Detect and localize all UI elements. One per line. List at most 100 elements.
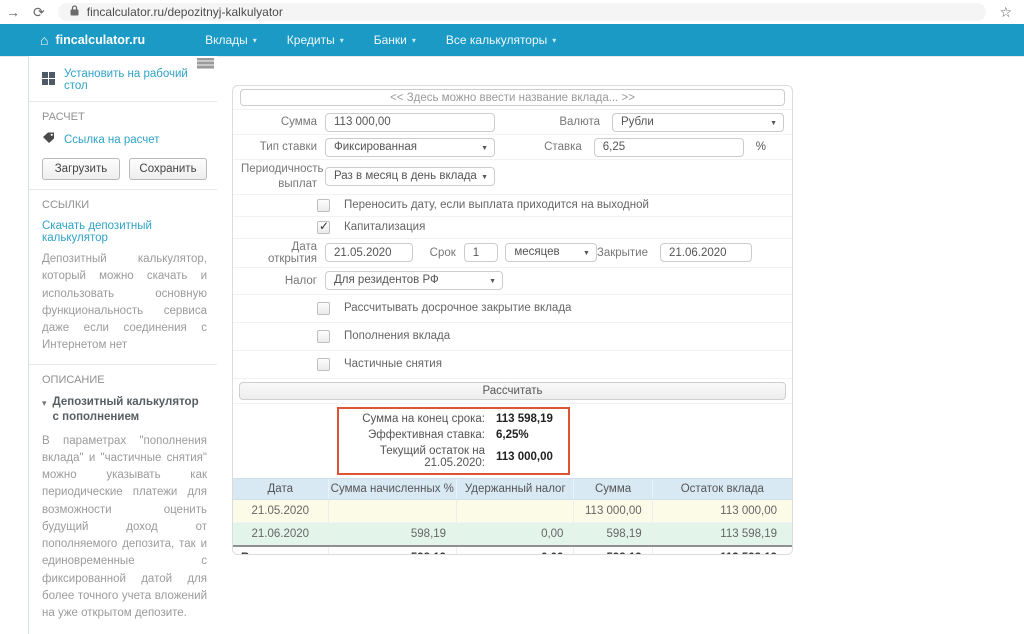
topic-toggle[interactable]: ▾ Депозитный калькулятор с пополнением (42, 395, 207, 426)
cell-sum: 113 000,00 (574, 499, 652, 522)
results-box: Сумма на конец срока: 113 598,19 Эффекти… (337, 407, 570, 475)
withdrawal-checkbox[interactable] (317, 358, 330, 371)
calc-link-row: Ссылка на расчет (42, 132, 207, 147)
col-header-tax: Удержанный налог (457, 478, 574, 499)
cell-date: 21.05.2020 (233, 499, 328, 522)
forward-icon[interactable]: → (6, 5, 20, 19)
capitalization-checkbox[interactable]: ✓ (317, 221, 330, 234)
rate-row: Тип ставки Фиксированная ▼ Ставка % (233, 135, 792, 160)
col-header-balance: Остаток вклада (652, 478, 792, 499)
term-unit-select[interactable]: месяцев ▼ (505, 243, 597, 262)
table-row: 21.05.2020 113 000,00 113 000,00 (233, 499, 792, 522)
check-icon: ✓ (319, 219, 329, 233)
sum-label: Сумма (241, 116, 317, 128)
home-icon: ⌂ (40, 32, 48, 48)
open-date-input[interactable] (325, 243, 413, 262)
install-desktop-link[interactable]: Установить на рабочий стол (64, 68, 207, 92)
menu-item-kredity[interactable]: Кредиты ▾ (287, 33, 344, 47)
description-section-heading: ОПИСАНИЕ (42, 374, 207, 386)
deposit-name-input[interactable] (240, 89, 785, 106)
capitalization-checkbox-row: ✓ Капитализация (233, 217, 792, 239)
table-total-row: Всего выплат: 598,19 0,00 598,19 113 598… (233, 546, 792, 555)
result-label: Сумма на конец срока: (346, 413, 485, 425)
payments-table: Дата Сумма начисленных % Удержанный нало… (233, 478, 792, 555)
menu-label: Банки (374, 33, 407, 47)
brand-label: fincalculator.ru (55, 33, 145, 47)
menu-item-vklady[interactable]: Вклады ▾ (205, 33, 257, 47)
divider (29, 364, 217, 365)
dropdown-arrow-icon: ▼ (489, 273, 496, 290)
site-brand[interactable]: ⌂ fincalculator.ru (40, 32, 145, 48)
chevron-down-icon: ▾ (340, 36, 344, 45)
topic-text: В параметрах "пополнения вклада" и "част… (42, 433, 207, 623)
sidebar-grip-icon[interactable] (197, 58, 214, 69)
sum-input[interactable] (325, 113, 495, 132)
tax-label: Налог (241, 275, 317, 287)
cell-total-balance: 113 598,19 (652, 546, 792, 555)
cell-tax (457, 499, 574, 522)
sum-row: Сумма Валюта Рубли ▼ (233, 110, 792, 135)
result-row-effective-rate: Эффективная ставка: 6,25% (346, 427, 561, 443)
dropdown-arrow-icon: ▼ (770, 115, 777, 132)
periodicity-row: Периодичность выплат Раз в месяц в день … (233, 160, 792, 195)
caret-down-icon: ▾ (42, 397, 47, 426)
periodicity-select[interactable]: Раз в месяц в день вклада ▼ (325, 167, 495, 186)
rate-input[interactable] (594, 138, 744, 157)
reload-icon[interactable]: ⟳ (33, 5, 45, 19)
col-header-date: Дата (233, 478, 328, 499)
calculate-row: Рассчитать (233, 379, 792, 404)
cell-sum: 598,19 (574, 522, 652, 546)
links-section-heading: ССЫЛКИ (42, 199, 207, 211)
dates-row: Дата открытия Срок месяцев ▼ Закрытие (233, 239, 792, 268)
dropdown-arrow-icon: ▼ (481, 169, 488, 186)
rate-type-value: Фиксированная (334, 141, 417, 153)
save-button[interactable]: Сохранить (129, 158, 207, 180)
term-input[interactable] (464, 243, 498, 262)
early-close-checkbox[interactable] (317, 302, 330, 315)
tax-select[interactable]: Для резидентов РФ ▼ (325, 271, 503, 290)
refill-checkbox-row: Пополнения вклада (233, 323, 792, 351)
result-value: 113 598,19 (485, 413, 561, 425)
cell-accrued (328, 499, 457, 522)
menu-item-calculators[interactable]: Все калькуляторы ▾ (446, 33, 556, 47)
result-row-final-sum: Сумма на конец срока: 113 598,19 (346, 411, 561, 427)
result-value: 6,25% (485, 429, 561, 441)
cell-accrued: 598,19 (328, 522, 457, 546)
early-close-checkbox-row: Рассчитывать досрочное закрытие вклада (233, 295, 792, 323)
currency-value: Рубли (621, 116, 654, 128)
download-description: Депозитный калькулятор, который можно ск… (42, 251, 207, 355)
calc-buttons: Загрузить Сохранить (42, 158, 207, 180)
rate-type-select[interactable]: Фиксированная ▼ (325, 138, 495, 157)
chevron-down-icon: ▾ (552, 36, 556, 45)
cell-total-tax: 0,00 (457, 546, 574, 555)
browser-chrome: → ⟳ fincalculator.ru/depozitnyj-kalkulya… (0, 0, 1024, 24)
refill-checkbox-label: Пополнения вклада (344, 330, 450, 342)
periodicity-label: Периодичность выплат (241, 162, 317, 192)
address-bar[interactable]: fincalculator.ru/depozitnyj-kalkulyator (58, 3, 987, 21)
tax-row: Налог Для резидентов РФ ▼ (233, 268, 792, 295)
calc-permalink[interactable]: Ссылка на расчет (64, 134, 160, 146)
refill-checkbox[interactable] (317, 330, 330, 343)
menu-label: Все калькуляторы (446, 33, 547, 47)
site-navbar: ⌂ fincalculator.ru Вклады ▾ Кредиты ▾ Ба… (0, 24, 1024, 56)
menu-item-banki[interactable]: Банки ▾ (374, 33, 416, 47)
col-header-accrued: Сумма начисленных % (328, 478, 457, 499)
divider (29, 101, 217, 102)
close-date-input[interactable] (660, 243, 752, 262)
download-calculator-link[interactable]: Скачать депозитный калькулятор (42, 220, 152, 244)
withdrawal-checkbox-label: Частичные снятия (344, 358, 442, 370)
rate-label: Ставка (544, 141, 582, 153)
calculate-button[interactable]: Рассчитать (239, 382, 786, 400)
cell-total-label: Всего выплат: (233, 546, 328, 555)
tag-icon (42, 132, 55, 147)
bookmark-star-icon[interactable]: ☆ (999, 4, 1012, 21)
early-close-checkbox-label: Рассчитывать досрочное закрытие вклада (344, 302, 571, 314)
currency-select[interactable]: Рубли ▼ (612, 113, 784, 132)
load-button[interactable]: Загрузить (42, 158, 120, 180)
tax-value: Для резидентов РФ (334, 274, 439, 286)
term-unit-value: месяцев (514, 246, 559, 258)
topic-title: Депозитный калькулятор с пополнением (53, 395, 207, 426)
result-value: 113 000,00 (485, 451, 561, 463)
weekend-checkbox[interactable] (317, 199, 330, 212)
result-label: Текущий остаток на 21.05.2020: (346, 445, 485, 469)
